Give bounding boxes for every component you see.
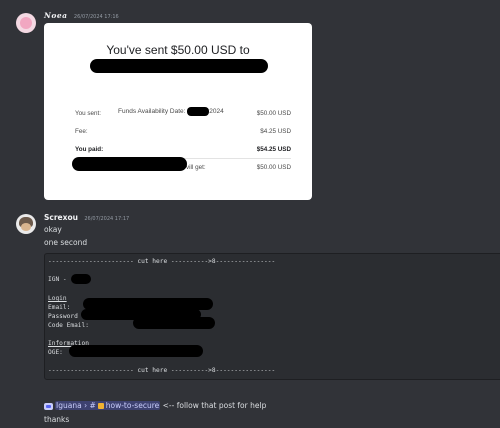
username[interactable]: Noea (44, 11, 68, 20)
message-text: one second (44, 238, 88, 247)
receipt-row: You sent: $50.00 USD (75, 110, 291, 117)
redaction (133, 317, 215, 329)
redaction (90, 59, 268, 73)
login-heading: Login (48, 295, 67, 302)
receipt-title: You've sent $50.00 USD to (106, 43, 250, 57)
code-block[interactable]: ----------------------- cut here -------… (44, 253, 500, 380)
ign-label: IGN - (48, 276, 67, 283)
avatar[interactable] (16, 214, 36, 234)
cut-line: ----------------------- cut here -------… (48, 258, 276, 265)
redaction (69, 345, 203, 357)
server-icon (44, 402, 53, 410)
code-email-label: Code Email: (48, 322, 89, 329)
message-text: thanks (44, 415, 70, 424)
password-label: Password (48, 313, 78, 320)
receipt-row-total: You paid: $54.25 USD (75, 146, 291, 153)
email-label: Email: (48, 304, 71, 311)
timestamp: 26/07/2024 17:17 (84, 216, 130, 222)
channel-mention-line: Iguana › # how-to-secure <-- follow that … (44, 401, 266, 410)
cut-line: ----------------------- cut here -------… (48, 367, 276, 374)
follow-text: <-- follow that post for help (162, 401, 267, 410)
redaction (71, 274, 91, 284)
username[interactable]: Screxou (44, 213, 78, 222)
oge-label: OGE: (48, 349, 63, 356)
message-text: okay (44, 225, 62, 234)
avatar[interactable] (16, 13, 36, 33)
lock-icon (97, 403, 104, 409)
receipt-row: Fee: $4.25 USD (75, 128, 291, 135)
timestamp: 26/07/2024 17:16 (73, 14, 119, 20)
message-header: Noea 26/07/2024 17:16 (44, 11, 119, 20)
message-header: Screxou 26/07/2024 17:17 (44, 213, 129, 222)
redaction (72, 157, 187, 171)
channel-mention[interactable]: Iguana › # how-to-secure (55, 401, 161, 410)
receipt-image[interactable]: You've sent $50.00 USD to Funds Availabi… (44, 23, 312, 200)
